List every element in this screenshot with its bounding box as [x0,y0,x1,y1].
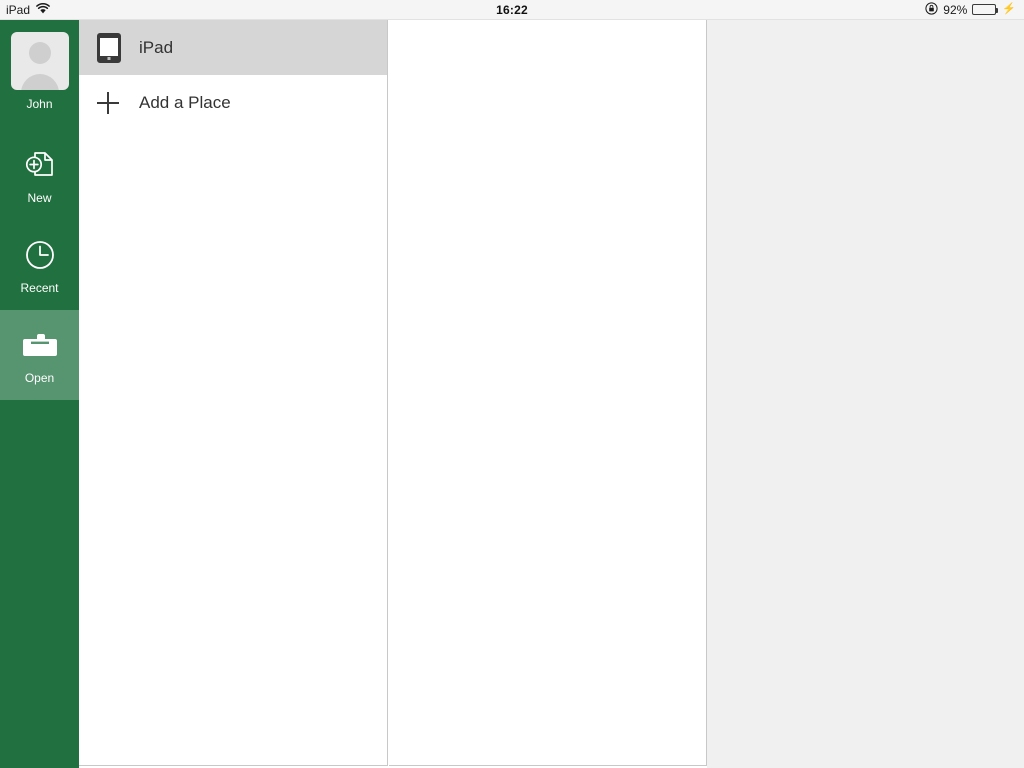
tablet-home-button [107,56,111,60]
battery-icon [972,4,999,15]
sidebar-account[interactable]: John [0,20,79,130]
place-row-add-a-place[interactable]: Add a Place [79,75,387,130]
place-label-add-a-place: Add a Place [139,92,231,112]
battery-percent-label: 92% [943,2,968,17]
sidebar: John New Recent Open [0,20,79,768]
preview-pane [707,20,1024,768]
place-row-ipad[interactable]: iPad [79,20,387,75]
sidebar-item-recent[interactable]: Recent [0,220,79,310]
clock-icon [20,235,60,275]
tablet-icon [97,32,139,63]
place-label-ipad: iPad [139,37,174,57]
file-list-column[interactable] [389,20,707,766]
avatar [10,32,69,90]
add-place-icon [97,92,139,114]
tablet-icon-shape [97,32,121,63]
sidebar-item-label-open: Open [24,371,55,385]
new-document-icon [20,145,60,185]
lightning-bolt-icon: ⚡ [1002,3,1016,15]
account-name-label: John [26,97,53,111]
sidebar-item-label-recent: Recent [20,281,59,295]
sidebar-item-label-new: New [27,191,52,205]
tablet-screen [100,37,118,56]
sidebar-item-open[interactable]: Open [0,310,79,400]
plus-icon [97,92,119,114]
status-bar: iPad 16:22 92% ⚡ [0,0,1024,20]
app-root: iPad 16:22 92% ⚡ John New Recent Open iP… [0,0,1024,768]
places-column: iPad Add a Place [79,20,388,766]
folder-icon [20,325,60,365]
sidebar-item-new[interactable]: New [0,130,79,220]
avatar-head [28,42,51,64]
status-bar-right: 92% ⚡ [925,0,1016,19]
status-bar-clock: 16:22 [496,2,528,17]
rotation-lock-icon [925,1,938,18]
avatar-body [20,74,59,90]
